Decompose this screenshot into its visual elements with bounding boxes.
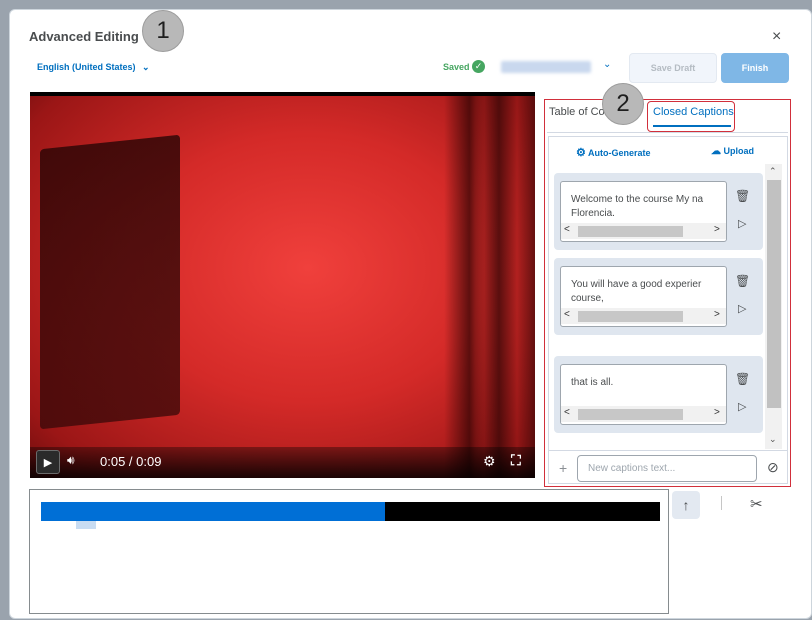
- trash-icon[interactable]: 🗑︎: [735, 274, 750, 288]
- fullscreen-icon[interactable]: ⛶: [511, 452, 521, 469]
- video-player[interactable]: ▶ 🔊︎ 0:05 / 0:09 ⚙ ⛶: [30, 92, 535, 478]
- captions-editor: ⚙ Auto-Generate ☁ Upload Welcome to the …: [548, 136, 788, 484]
- caption-text-field[interactable]: Welcome to the course My na Florencia. <…: [560, 181, 727, 242]
- scroll-thumb[interactable]: [767, 180, 781, 408]
- advanced-editing-dialog: Advanced Editing 1 × English (United Sta…: [9, 9, 812, 619]
- check-circle-icon: ✓: [472, 60, 485, 73]
- dialog-title: Advanced Editing: [29, 29, 139, 44]
- callout-marker-1: 1: [142, 10, 184, 52]
- trash-icon[interactable]: 🗑︎: [735, 372, 750, 386]
- save-draft-button[interactable]: Save Draft: [629, 53, 717, 83]
- scroll-up-icon[interactable]: ⌃: [769, 166, 777, 177]
- play-caption-icon[interactable]: ▷: [738, 400, 746, 413]
- callout-marker-2: 2: [602, 83, 644, 125]
- finish-button[interactable]: Finish: [721, 53, 789, 83]
- scissors-icon[interactable]: ✂: [750, 495, 763, 513]
- tab-active-indicator: [653, 125, 731, 127]
- horizontal-scrollbar[interactable]: < >: [561, 406, 726, 422]
- play-caption-icon[interactable]: ▷: [738, 217, 746, 230]
- cancel-icon[interactable]: ⊘: [767, 459, 779, 476]
- saved-status: Saved: [443, 62, 470, 72]
- captions-panel: Table of Contents Closed Captions ⚙ Auto…: [544, 99, 791, 487]
- tabs-divider: [547, 132, 788, 133]
- caption-card: that is all. < > 🗑︎ ▷: [554, 356, 763, 433]
- new-caption-input[interactable]: New captions text...: [577, 455, 757, 482]
- scroll-right-icon[interactable]: >: [714, 309, 720, 320]
- upload-button[interactable]: ☁ Upload: [711, 146, 754, 157]
- language-selector[interactable]: English (United States) ⌄: [37, 62, 150, 73]
- video-curtain-fold: [475, 96, 535, 478]
- horizontal-scrollbar[interactable]: < >: [561, 308, 726, 324]
- scroll-left-icon[interactable]: <: [564, 309, 570, 320]
- scroll-left-icon[interactable]: <: [564, 407, 570, 418]
- caption-list: Welcome to the course My na Florencia. <…: [554, 164, 763, 449]
- scroll-thumb[interactable]: [578, 409, 683, 420]
- tab-closed-captions[interactable]: Closed Captions: [653, 106, 734, 118]
- gear-icon: ⚙: [576, 147, 586, 159]
- caption-text-field[interactable]: that is all. < >: [560, 364, 727, 425]
- auto-generate-button[interactable]: ⚙ Auto-Generate: [576, 146, 651, 159]
- timeline-track[interactable]: [41, 502, 660, 521]
- auto-generate-label: Auto-Generate: [588, 148, 651, 158]
- video-shadow: [40, 134, 180, 430]
- timeline[interactable]: [29, 489, 669, 614]
- scroll-thumb[interactable]: [578, 226, 683, 237]
- scroll-right-icon[interactable]: >: [714, 224, 720, 235]
- new-caption-divider: [549, 450, 787, 451]
- play-icon[interactable]: ▶: [36, 450, 60, 474]
- caption-text: Welcome to the course My na Florencia.: [571, 194, 704, 219]
- trash-icon[interactable]: 🗑︎: [735, 189, 750, 203]
- scroll-down-icon[interactable]: ⌄: [769, 434, 777, 445]
- chevron-down-icon: ⌄: [142, 62, 150, 72]
- timeline-playhead-marker[interactable]: [76, 521, 96, 529]
- tab-table-of-contents[interactable]: Table of Contents: [549, 106, 609, 118]
- cloud-upload-icon: ☁: [711, 146, 721, 157]
- timeline-progress: [41, 502, 386, 521]
- gear-icon[interactable]: ⚙: [483, 453, 496, 470]
- caption-text: that is all.: [571, 377, 614, 388]
- scroll-right-icon[interactable]: >: [714, 407, 720, 418]
- caption-text: You will have a good experier course,: [571, 279, 702, 304]
- scroll-left-icon[interactable]: <: [564, 224, 570, 235]
- caption-card: Welcome to the course My na Florencia. <…: [554, 173, 763, 250]
- caption-card: You will have a good experier course, < …: [554, 258, 763, 335]
- chevron-down-icon[interactable]: ⌄: [603, 59, 611, 70]
- close-icon[interactable]: ×: [772, 28, 781, 46]
- toolbar-divider: [721, 496, 722, 510]
- video-time: 0:05 / 0:09: [100, 454, 162, 469]
- plus-icon[interactable]: +: [559, 460, 567, 476]
- scroll-thumb[interactable]: [578, 311, 683, 322]
- play-caption-icon[interactable]: ▷: [738, 302, 746, 315]
- caption-text-field[interactable]: You will have a good experier course, < …: [560, 266, 727, 327]
- version-selector[interactable]: [501, 61, 591, 73]
- volume-icon[interactable]: 🔊︎: [67, 453, 75, 468]
- vertical-scrollbar[interactable]: ⌃ ⌄: [765, 164, 782, 449]
- horizontal-scrollbar[interactable]: < >: [561, 223, 726, 239]
- language-label: English (United States): [37, 62, 136, 72]
- upload-label: Upload: [723, 146, 755, 156]
- arrow-up-icon[interactable]: ↑: [672, 491, 700, 519]
